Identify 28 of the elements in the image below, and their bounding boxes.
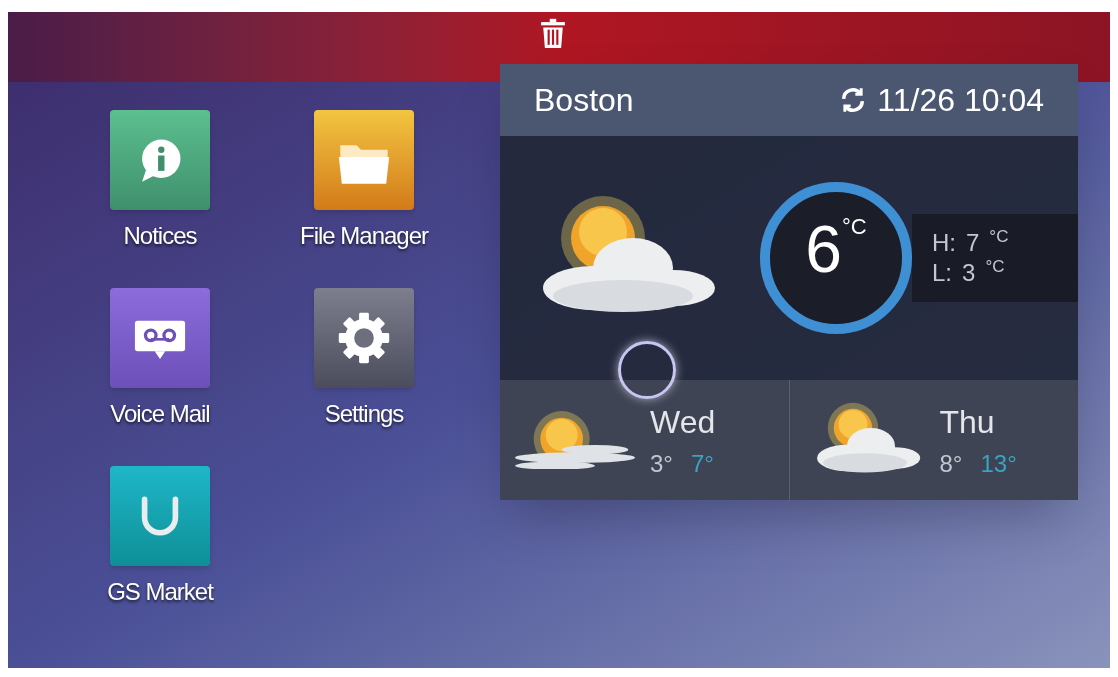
temperature-unit: °C <box>985 258 1005 278</box>
app-label[interactable]: GS Market <box>107 574 213 610</box>
low-temperature: 3 <box>962 258 976 288</box>
folder-icon[interactable] <box>314 110 414 210</box>
high-label: H: <box>932 228 956 258</box>
current-temperature: 6 <box>805 216 842 282</box>
app-label[interactable]: Voice Mail <box>110 396 210 432</box>
app-label[interactable]: Notices <box>123 218 197 254</box>
sun-haze-icon <box>515 410 635 470</box>
voicemail-icon[interactable] <box>110 288 210 388</box>
temperature-unit: °C <box>842 216 867 238</box>
low-label: L: <box>932 258 952 288</box>
forecast-day: Thu <box>939 398 995 446</box>
forecast-low: 8° <box>939 449 963 479</box>
info-bubble-icon[interactable] <box>110 110 210 210</box>
forecast-high: 7° <box>690 449 714 479</box>
bag-handle-icon[interactable] <box>110 466 210 566</box>
app-label[interactable]: File Manager <box>299 218 429 254</box>
city-name: Boston <box>534 81 634 120</box>
temperature-unit: °C <box>989 228 1009 248</box>
high-temperature: 7 <box>966 228 980 258</box>
app-label[interactable]: Settings <box>324 396 404 432</box>
forecast-day: Wed <box>650 398 716 446</box>
forecast-high: 13° <box>980 449 1017 479</box>
trash-icon <box>540 18 566 50</box>
forecast-low: 3° <box>650 449 673 479</box>
gear-icon[interactable] <box>314 288 414 388</box>
update-time: 11/26 10:04 <box>877 81 1044 120</box>
